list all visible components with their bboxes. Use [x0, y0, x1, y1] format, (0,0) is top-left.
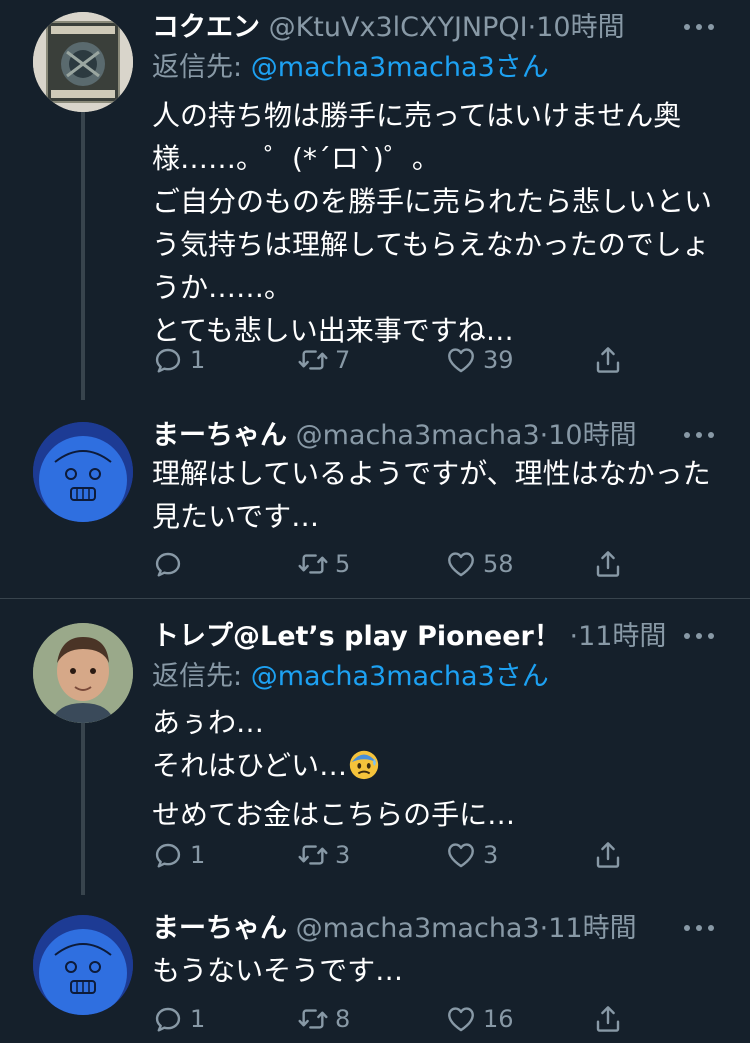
thread-line — [81, 110, 85, 400]
avatar[interactable] — [33, 422, 133, 522]
separator-dot: · — [539, 420, 549, 451]
avatar[interactable] — [33, 623, 133, 723]
display-name[interactable]: コクエン — [152, 12, 260, 43]
avatar[interactable] — [33, 12, 133, 112]
tweet-text-line: それはひどい… — [152, 744, 722, 793]
reply-icon — [152, 839, 184, 871]
share-icon — [592, 1003, 624, 1035]
reply-button[interactable]: 1 — [152, 999, 205, 1039]
separator-dot: · — [569, 621, 579, 652]
display-name[interactable]: まーちゃん — [152, 913, 287, 944]
retweet-count: 7 — [335, 346, 351, 374]
tweet-actions: 1 3 3 — [152, 835, 652, 875]
retweet-count: 5 — [335, 550, 351, 578]
like-count: 16 — [483, 1005, 514, 1033]
tweet-text: もうないそうです… — [152, 954, 404, 987]
share-icon — [592, 344, 624, 376]
like-icon — [445, 1003, 477, 1035]
like-count: 3 — [483, 841, 499, 869]
tweet-text: 理解はしているようですが、理性はなかった 見たいです… — [152, 457, 711, 533]
user-handle[interactable]: @macha3macha3 — [296, 420, 540, 451]
retweet-count: 3 — [335, 841, 351, 869]
reply-to-line: 返信先: @macha3macha3さん — [152, 50, 549, 86]
tweet-text-segment: それはひどい… — [152, 749, 348, 782]
reply-button[interactable] — [152, 544, 190, 584]
display-name[interactable]: トレプ@Let’s play Pioneer！ — [152, 621, 561, 652]
reply-button[interactable]: 1 — [152, 340, 205, 380]
retweet-button[interactable]: 7 — [297, 340, 350, 380]
reply-mention-link[interactable]: @macha3macha3さん — [251, 661, 549, 692]
retweet-icon — [297, 548, 329, 580]
tweet-header: トレプ@Let’s play Pioneer！ ·11時間 — [152, 617, 750, 657]
like-icon — [445, 839, 477, 871]
reply-icon — [152, 1003, 184, 1035]
share-icon — [592, 548, 624, 580]
avatar-drawn-face — [33, 422, 133, 522]
separator-dot: · — [527, 12, 537, 43]
more-icon[interactable] — [684, 631, 714, 641]
tweet-actions: 5 58 — [152, 544, 652, 584]
reply-to-label: 返信先: — [152, 661, 251, 692]
reply-to-line: 返信先: @macha3macha3さん — [152, 659, 549, 695]
tweet-text: 人の持ち物は勝手に売ってはいけません奥 様……。゜(*´ロ`)゜。 ご自分のもの… — [152, 99, 713, 347]
retweet-icon — [297, 1003, 329, 1035]
more-icon[interactable] — [684, 22, 714, 32]
like-button[interactable]: 16 — [445, 999, 514, 1039]
tweet[interactable]: トレプ@Let’s play Pioneer！ ·11時間 返信先: @mach… — [0, 599, 750, 895]
tweet-text-line: せめてお金はこちらの手に… — [152, 798, 516, 831]
tweet-text: あぅわ… それはひどい… せめてお金はこちらの手に… — [152, 701, 722, 836]
tweet[interactable]: まーちゃん @macha3macha3·11時間 もうないそうです… 1 8 1… — [0, 895, 750, 1043]
retweet-icon — [297, 839, 329, 871]
reply-to-label: 返信先: — [152, 52, 251, 83]
like-icon — [445, 548, 477, 580]
user-handle[interactable]: @KtuVx3lCXYJNPQI — [269, 12, 528, 43]
reply-icon — [152, 548, 184, 580]
like-icon — [445, 344, 477, 376]
retweet-icon — [297, 344, 329, 376]
tweet-actions: 1 8 16 — [152, 999, 652, 1039]
retweet-button[interactable]: 8 — [297, 999, 350, 1039]
reply-count: 1 — [190, 841, 206, 869]
reply-mention-link[interactable]: @macha3macha3さん — [251, 52, 549, 83]
like-count: 39 — [483, 346, 514, 374]
tweet-text-line: あぅわ… — [152, 706, 265, 739]
like-count: 58 — [483, 550, 514, 578]
tweet-header: コクエン @KtuVx3lCXYJNPQI·10時間 — [152, 8, 750, 48]
timestamp[interactable]: 10時間 — [536, 12, 624, 43]
timestamp[interactable]: 10時間 — [548, 420, 636, 451]
thread-line — [81, 723, 85, 895]
tweet[interactable]: まーちゃん @macha3macha3·10時間 理解はしているようですが、理性… — [0, 400, 750, 598]
anxious-face-with-sweat-icon — [347, 747, 381, 793]
avatar[interactable] — [33, 915, 133, 1015]
share-button[interactable] — [592, 544, 624, 584]
retweet-button[interactable]: 5 — [297, 544, 350, 584]
timestamp[interactable]: 11時間 — [548, 913, 636, 944]
reply-count: 1 — [190, 346, 206, 374]
avatar-photo — [33, 623, 133, 723]
tweet-header: まーちゃん @macha3macha3·11時間 — [152, 909, 750, 949]
like-button[interactable]: 3 — [445, 835, 498, 875]
tweet[interactable]: コクエン @KtuVx3lCXYJNPQI·10時間 返信先: @macha3m… — [0, 0, 750, 400]
share-icon — [592, 839, 624, 871]
avatar-card-image — [33, 12, 133, 112]
tweet-actions: 1 7 39 — [152, 340, 652, 380]
tweet-header: まーちゃん @macha3macha3·10時間 — [152, 416, 750, 456]
reply-count: 1 — [190, 1005, 206, 1033]
like-button[interactable]: 58 — [445, 544, 514, 584]
more-icon[interactable] — [684, 923, 714, 933]
separator-dot: · — [539, 913, 549, 944]
more-icon[interactable] — [684, 430, 714, 440]
display-name[interactable]: まーちゃん — [152, 420, 287, 451]
like-button[interactable]: 39 — [445, 340, 514, 380]
reply-icon — [152, 344, 184, 376]
timestamp[interactable]: 11時間 — [578, 621, 666, 652]
user-handle[interactable]: @macha3macha3 — [296, 913, 540, 944]
share-button[interactable] — [592, 835, 624, 875]
retweet-count: 8 — [335, 1005, 351, 1033]
avatar-drawn-face — [33, 915, 133, 1015]
share-button[interactable] — [592, 340, 624, 380]
share-button[interactable] — [592, 999, 624, 1039]
reply-button[interactable]: 1 — [152, 835, 205, 875]
retweet-button[interactable]: 3 — [297, 835, 350, 875]
